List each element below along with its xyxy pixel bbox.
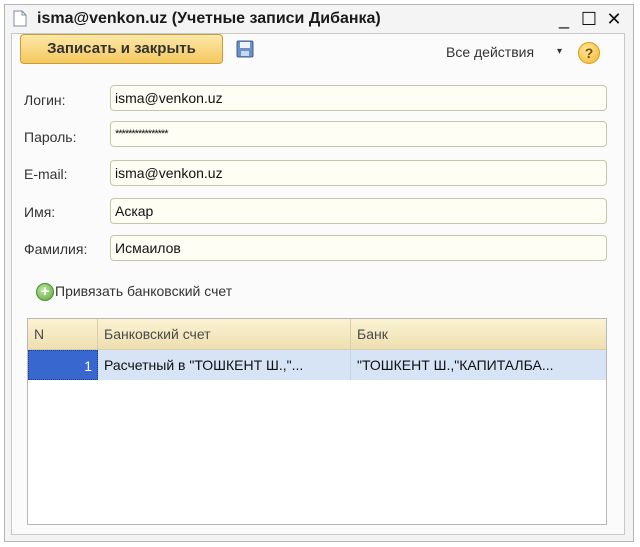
maximize-button[interactable]: ☐ (578, 8, 600, 30)
plus-circle-icon[interactable]: + (36, 283, 54, 301)
document-icon (13, 10, 27, 27)
floppy-disk-icon[interactable] (236, 40, 254, 58)
last-name-label: Фамилия: (24, 241, 88, 257)
cell-bank[interactable]: "ТОШКЕНТ Ш.,"КАПИТАЛБА... (351, 350, 606, 380)
all-actions-menu[interactable]: Все действия (446, 44, 534, 60)
minimize-button[interactable]: _ (553, 8, 575, 30)
column-header-n[interactable]: N (28, 319, 98, 349)
column-header-account[interactable]: Банковский счет (98, 319, 351, 349)
first-name-label: Имя: (24, 204, 56, 220)
close-button[interactable]: ✕ (603, 8, 625, 30)
password-label: Пароль: (24, 129, 77, 145)
last-name-input[interactable]: Исмаилов (110, 235, 607, 261)
login-input[interactable]: isma@venkon.uz (110, 85, 607, 111)
help-icon[interactable]: ? (578, 42, 600, 64)
title-bar: isma@venkon.uz (Учетные записи Дибанка) … (5, 5, 633, 33)
window-title: isma@venkon.uz (Учетные записи Дибанка) (37, 10, 381, 27)
table-row[interactable]: 1 Расчетный в "ТОШКЕНТ Ш.,"... "ТОШКЕНТ … (28, 350, 606, 380)
cell-account[interactable]: Расчетный в "ТОШКЕНТ Ш.,"... (98, 350, 351, 380)
dropdown-arrow-icon[interactable]: ▾ (557, 46, 562, 57)
login-label: Логин: (24, 92, 66, 108)
first-name-input[interactable]: Аскар (110, 198, 607, 224)
attach-bank-account-link[interactable]: Привязать банковский счет (55, 283, 232, 299)
bank-accounts-table: N Банковский счет Банк 1 Расчетный в "ТО… (27, 318, 607, 525)
table-header: N Банковский счет Банк (28, 319, 606, 350)
email-label: E-mail: (24, 166, 68, 182)
email-input[interactable]: isma@venkon.uz (110, 160, 607, 186)
cell-n[interactable]: 1 (28, 350, 98, 380)
column-header-bank[interactable]: Банк (351, 319, 606, 349)
save-and-close-button[interactable]: Записать и закрыть (20, 34, 223, 64)
password-input[interactable]: **************** (110, 121, 607, 147)
